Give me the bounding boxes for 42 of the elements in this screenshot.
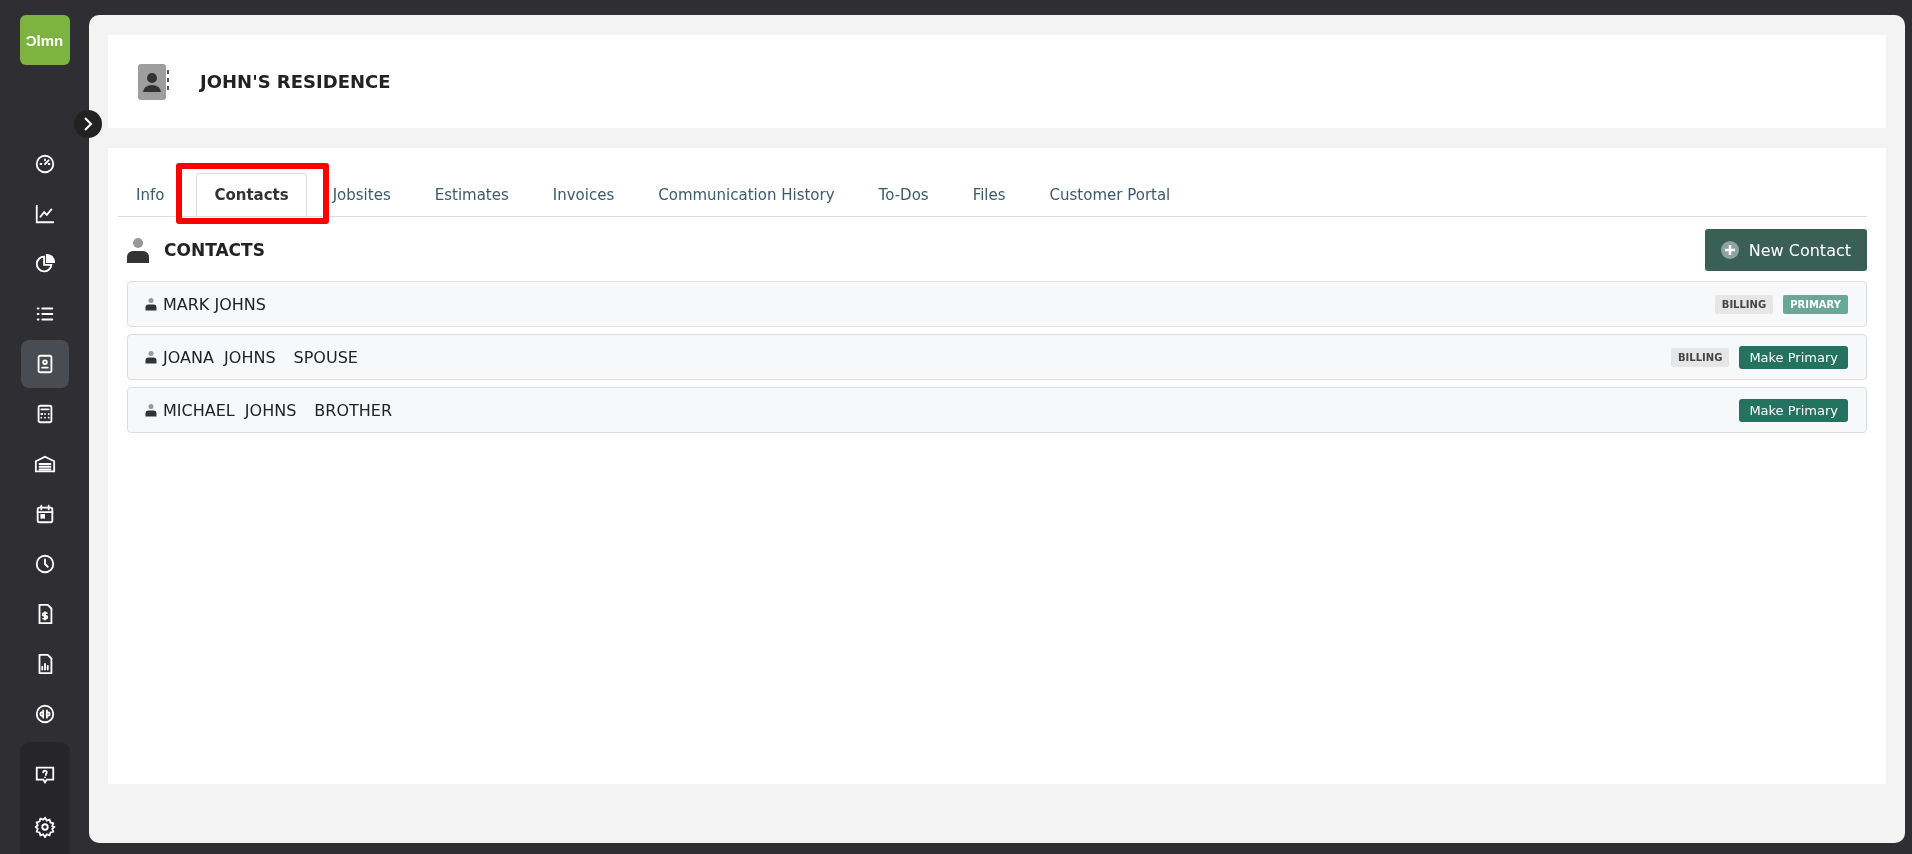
tab[interactable]: Customer Portal bbox=[1031, 173, 1189, 216]
tab[interactable]: Files bbox=[954, 173, 1024, 216]
address-book-icon bbox=[138, 61, 170, 102]
contact-row[interactable]: JOANA JOHNS SPOUSE BILLING Make Primary bbox=[127, 334, 1867, 380]
person-icon bbox=[145, 403, 157, 417]
tab[interactable]: Contacts bbox=[196, 173, 307, 216]
pie-chart-icon bbox=[33, 253, 56, 275]
contact-name: JOANA JOHNS bbox=[163, 347, 276, 367]
new-contact-button[interactable]: New Contact bbox=[1704, 229, 1867, 271]
tab[interactable]: Communication History bbox=[640, 173, 853, 216]
tab[interactable]: Jobsites bbox=[314, 173, 409, 216]
person-icon bbox=[126, 237, 150, 263]
tab[interactable]: Estimates bbox=[416, 173, 527, 216]
customer-title: JOHN'S RESIDENCE bbox=[200, 71, 391, 92]
person-icon bbox=[145, 297, 157, 311]
make-primary-button[interactable]: Make Primary bbox=[1739, 398, 1848, 422]
billing-tag: BILLING bbox=[1714, 294, 1774, 314]
section-title: CONTACTS bbox=[164, 240, 265, 260]
primary-tag: PRIMARY bbox=[1783, 294, 1848, 314]
make-primary-button[interactable]: Make Primary bbox=[1739, 345, 1848, 369]
settings-icon bbox=[33, 816, 56, 838]
contact-row[interactable]: MARK JOHNS BILLING PRIMARY bbox=[127, 281, 1867, 327]
garage-icon bbox=[33, 453, 56, 475]
expand-sidebar-button[interactable] bbox=[74, 110, 102, 138]
plus-icon bbox=[1720, 241, 1739, 259]
contact-relation: BROTHER bbox=[314, 400, 393, 420]
contact-nav-item[interactable] bbox=[20, 340, 69, 388]
clock-icon bbox=[33, 553, 56, 575]
tab[interactable]: Invoices bbox=[534, 173, 633, 216]
qb-logo-icon bbox=[33, 703, 56, 725]
contact-row[interactable]: MICHAEL JOHNS BROTHER Make Primary bbox=[127, 387, 1867, 433]
tab[interactable]: To-Dos bbox=[860, 173, 947, 216]
chevron-right-icon bbox=[82, 117, 94, 131]
tab[interactable]: Info bbox=[118, 173, 183, 216]
gauge-icon bbox=[33, 153, 56, 175]
contact-relation: SPOUSE bbox=[293, 347, 358, 367]
billing-tag: BILLING bbox=[1671, 347, 1730, 367]
contact-name: MARK JOHNS bbox=[163, 294, 266, 314]
line-chart-icon bbox=[33, 203, 56, 225]
help-icon bbox=[33, 764, 56, 786]
person-icon bbox=[145, 350, 157, 364]
contact-name: MICHAEL JOHNS bbox=[163, 400, 297, 420]
